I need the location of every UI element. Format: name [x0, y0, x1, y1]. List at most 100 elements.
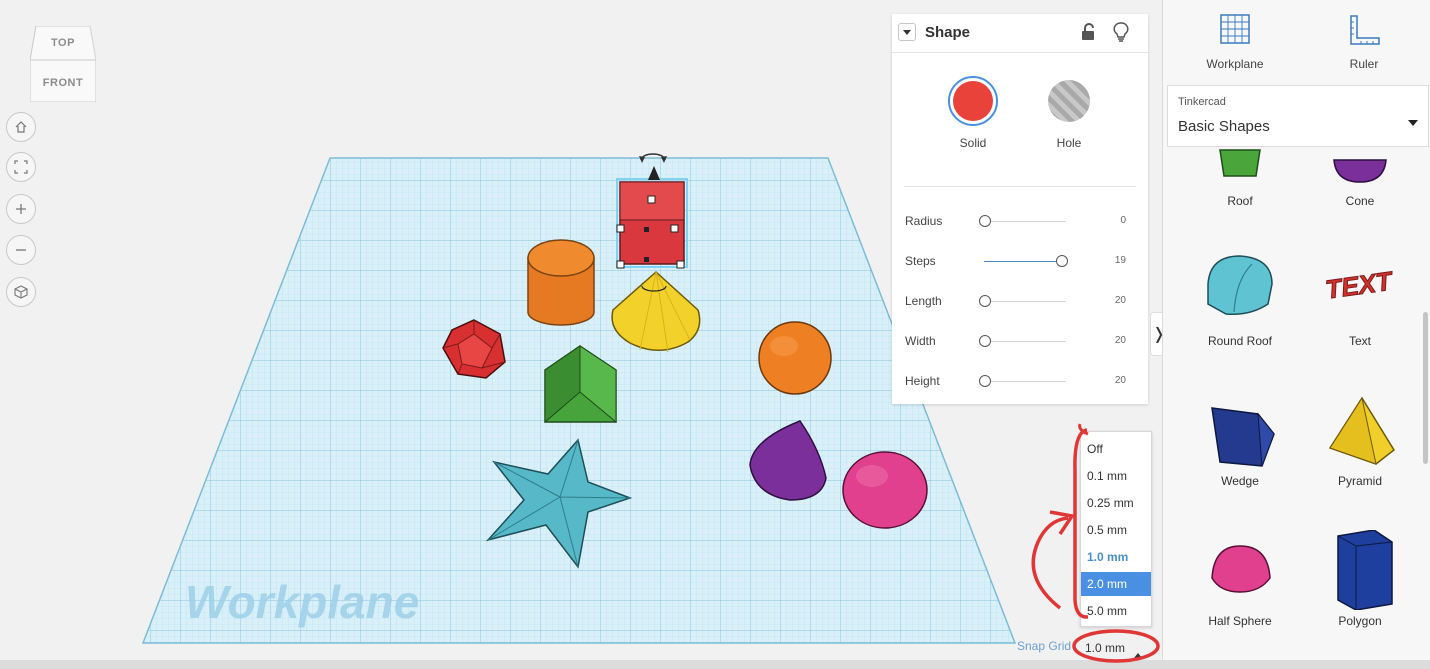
- snap-option[interactable]: 1.0 mm: [1081, 545, 1151, 569]
- property-slider[interactable]: [979, 215, 1066, 227]
- property-row-width: Width 20: [892, 332, 1148, 352]
- shape-tile-wedge[interactable]: Wedge: [1185, 390, 1295, 520]
- snap-option[interactable]: Off: [1081, 437, 1151, 461]
- selected-box-shape[interactable]: [616, 178, 688, 269]
- solid-mode-button[interactable]: [948, 76, 998, 126]
- property-value[interactable]: 0: [1120, 215, 1126, 226]
- property-row-height: Height 20: [892, 372, 1148, 392]
- property-value[interactable]: 20: [1115, 295, 1126, 306]
- slider-fill: [984, 261, 1062, 262]
- chevron-down-icon: [903, 23, 911, 41]
- view-cube[interactable]: TOP FRONT: [30, 26, 96, 102]
- snap-option[interactable]: 0.25 mm: [1081, 491, 1151, 515]
- cone-icon: [1333, 159, 1387, 183]
- shape-label-wedge: Wedge: [1221, 474, 1259, 488]
- snap-option[interactable]: 0.5 mm: [1081, 518, 1151, 542]
- hole-mode-button[interactable]: [1044, 76, 1094, 126]
- cylinder-shape[interactable]: [527, 239, 595, 326]
- property-value[interactable]: 20: [1115, 335, 1126, 346]
- property-label: Radius: [905, 214, 943, 228]
- perspective-toggle-button[interactable]: [6, 277, 36, 307]
- pyramid-icon: [1328, 396, 1395, 465]
- property-label: Length: [905, 294, 942, 308]
- slider-thumb[interactable]: [979, 215, 991, 227]
- shape-tile-roof[interactable]: Roof: [1185, 130, 1295, 260]
- home-view-button[interactable]: [6, 112, 36, 142]
- shape-tile-cone[interactable]: Cone: [1305, 130, 1415, 260]
- snap-option[interactable]: 2.0 mm: [1081, 572, 1151, 596]
- property-slider[interactable]: [979, 335, 1066, 347]
- round-roof-icon: [1207, 255, 1273, 316]
- shape-tile-round-roof[interactable]: Round Roof: [1185, 250, 1295, 380]
- minus-icon: [14, 243, 28, 257]
- property-slider[interactable]: [979, 295, 1066, 307]
- slider-thumb[interactable]: [979, 295, 991, 307]
- ruler-icon: [1345, 15, 1383, 52]
- shape-label-round-roof: Round Roof: [1207, 334, 1273, 348]
- library-provider: Tinkercad: [1178, 96, 1226, 108]
- property-value[interactable]: 20: [1115, 375, 1126, 386]
- inspector-collapse-button[interactable]: [898, 23, 916, 41]
- shape-label-polygon: Polygon: [1338, 614, 1382, 628]
- snap-grid-select[interactable]: 1.0 mm: [1085, 641, 1125, 655]
- shape-label-cone: Cone: [1345, 194, 1375, 208]
- svg-text:TEXT: TEXT: [1324, 265, 1396, 304]
- property-row-steps: Steps 19: [892, 252, 1148, 272]
- wedge-icon: [1211, 407, 1275, 467]
- ruler-tool-label: Ruler: [1349, 57, 1379, 71]
- zoom-out-button[interactable]: [6, 235, 36, 265]
- shapes-library-panel: Workplane Ruler Tinkercad Basic Shapes R…: [1162, 0, 1430, 660]
- solid-color-swatch: [953, 81, 993, 121]
- fit-all-icon: [14, 160, 28, 174]
- solid-mode-label: Solid: [959, 136, 987, 150]
- lightbulb-icon[interactable]: [1113, 22, 1129, 47]
- view-cube-front-face[interactable]: FRONT: [30, 77, 96, 89]
- shape-tile-text[interactable]: TEXT Text: [1305, 250, 1415, 380]
- plus-icon: [14, 202, 28, 216]
- zoom-in-button[interactable]: [6, 194, 36, 224]
- slider-thumb[interactable]: [1056, 255, 1069, 267]
- dropdown-arrow-icon: [1408, 113, 1418, 131]
- workplane-tool-button[interactable]: Workplane: [1190, 12, 1280, 71]
- ruler-tool-button[interactable]: Ruler: [1319, 12, 1409, 71]
- snap-grid-label: Snap Grid: [1017, 639, 1072, 653]
- snap-grid-dropdown-list: Off 0.1 mm 0.25 mm 0.5 mm 1.0 mm 2.0 mm 5.0 mm: [1080, 431, 1152, 627]
- property-row-radius: Radius 0: [892, 212, 1148, 232]
- shape-label-half-sphere: Half Sphere: [1208, 614, 1272, 628]
- shape-tile-polygon[interactable]: Polygon: [1305, 530, 1415, 660]
- slider-thumb[interactable]: [979, 335, 991, 347]
- workplane-watermark: Workplane: [185, 576, 419, 628]
- shape-label-text: Text: [1348, 334, 1371, 348]
- inspector-header: Shape: [892, 14, 1148, 53]
- shape-label-roof: Roof: [1227, 194, 1253, 208]
- shape-label-pyramid: Pyramid: [1337, 474, 1382, 488]
- text-icon: TEXT: [1323, 265, 1396, 305]
- property-slider[interactable]: [984, 255, 1069, 267]
- snap-option[interactable]: 0.1 mm: [1081, 464, 1151, 488]
- property-label: Height: [905, 374, 940, 388]
- shape-tile-half-sphere[interactable]: Half Sphere: [1185, 530, 1295, 660]
- shape-tile-pyramid[interactable]: Pyramid: [1305, 390, 1415, 520]
- home-icon: [14, 120, 28, 134]
- inspector-title: Shape: [925, 24, 971, 41]
- fit-view-button[interactable]: [6, 152, 36, 182]
- hole-mode-label: Hole: [1056, 136, 1082, 150]
- workplane-tool-label: Workplane: [1206, 57, 1264, 71]
- sphere-magenta-shape[interactable]: [842, 451, 928, 529]
- shape-inspector-panel: Shape Solid Hole Radius 0 Steps 19 Length 20 W…: [892, 14, 1148, 404]
- lock-icon[interactable]: [1080, 23, 1096, 46]
- property-row-length: Length 20: [892, 292, 1148, 312]
- slider-thumb[interactable]: [979, 375, 991, 387]
- caret-up-icon[interactable]: [1134, 645, 1142, 663]
- property-slider[interactable]: [979, 375, 1066, 387]
- inspector-divider: [904, 186, 1136, 187]
- property-label: Width: [905, 334, 936, 348]
- view-cube-top-face[interactable]: TOP: [30, 37, 96, 49]
- half-sphere-icon: [1211, 545, 1271, 593]
- hole-stripes-icon: [1048, 80, 1090, 122]
- panel-scrollbar[interactable]: [1423, 312, 1428, 464]
- property-value[interactable]: 19: [1115, 255, 1126, 266]
- snap-option[interactable]: 5.0 mm: [1081, 599, 1151, 623]
- sphere-orange-shape[interactable]: [758, 321, 832, 395]
- property-label: Steps: [905, 254, 936, 268]
